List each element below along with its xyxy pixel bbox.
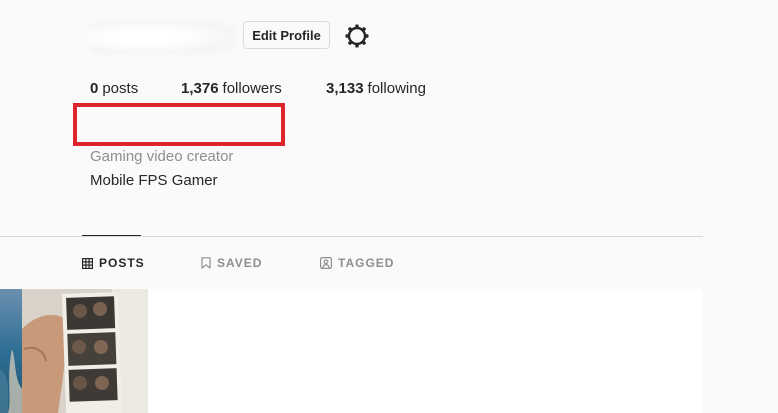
redaction-box: [73, 103, 285, 146]
tab-saved[interactable]: SAVED: [201, 256, 262, 270]
username-redacted: [86, 20, 236, 54]
posts-count: 0: [90, 80, 99, 97]
profile-bio: Mobile FPS Gamer: [90, 172, 218, 189]
active-tab-indicator: [82, 235, 141, 236]
tag-person-icon: [320, 257, 332, 269]
following-stat[interactable]: 3,133 following: [326, 80, 426, 97]
post-thumbnail-sea[interactable]: [0, 289, 22, 413]
gear-icon[interactable]: [344, 23, 370, 49]
posts-grid: [148, 289, 703, 413]
followers-count: 1,376: [181, 80, 219, 97]
tab-tagged-label: TAGGED: [338, 256, 395, 270]
posts-label: posts: [102, 80, 139, 97]
post-thumbnail-photobooth[interactable]: [22, 289, 148, 413]
followers-stat[interactable]: 1,376 followers: [181, 80, 326, 97]
tab-posts[interactable]: POSTS: [82, 256, 145, 270]
bookmark-icon: [201, 257, 211, 269]
tab-saved-label: SAVED: [217, 256, 263, 270]
edit-profile-button[interactable]: Edit Profile: [243, 21, 330, 49]
following-count: 3,133: [326, 80, 364, 97]
posts-stat: 0 posts: [90, 80, 181, 97]
profile-category: Gaming video creator: [90, 148, 234, 165]
profile-page: Edit Profile 0 posts 1,376 followers 3,1…: [0, 0, 778, 413]
tab-posts-label: POSTS: [99, 256, 145, 270]
grid-icon: [82, 257, 93, 269]
tabs-divider: [0, 236, 703, 237]
profile-stats: 0 posts 1,376 followers 3,133 following: [90, 80, 426, 97]
following-label: following: [367, 80, 426, 97]
followers-label: followers: [222, 80, 282, 97]
tab-tagged[interactable]: TAGGED: [320, 256, 394, 270]
